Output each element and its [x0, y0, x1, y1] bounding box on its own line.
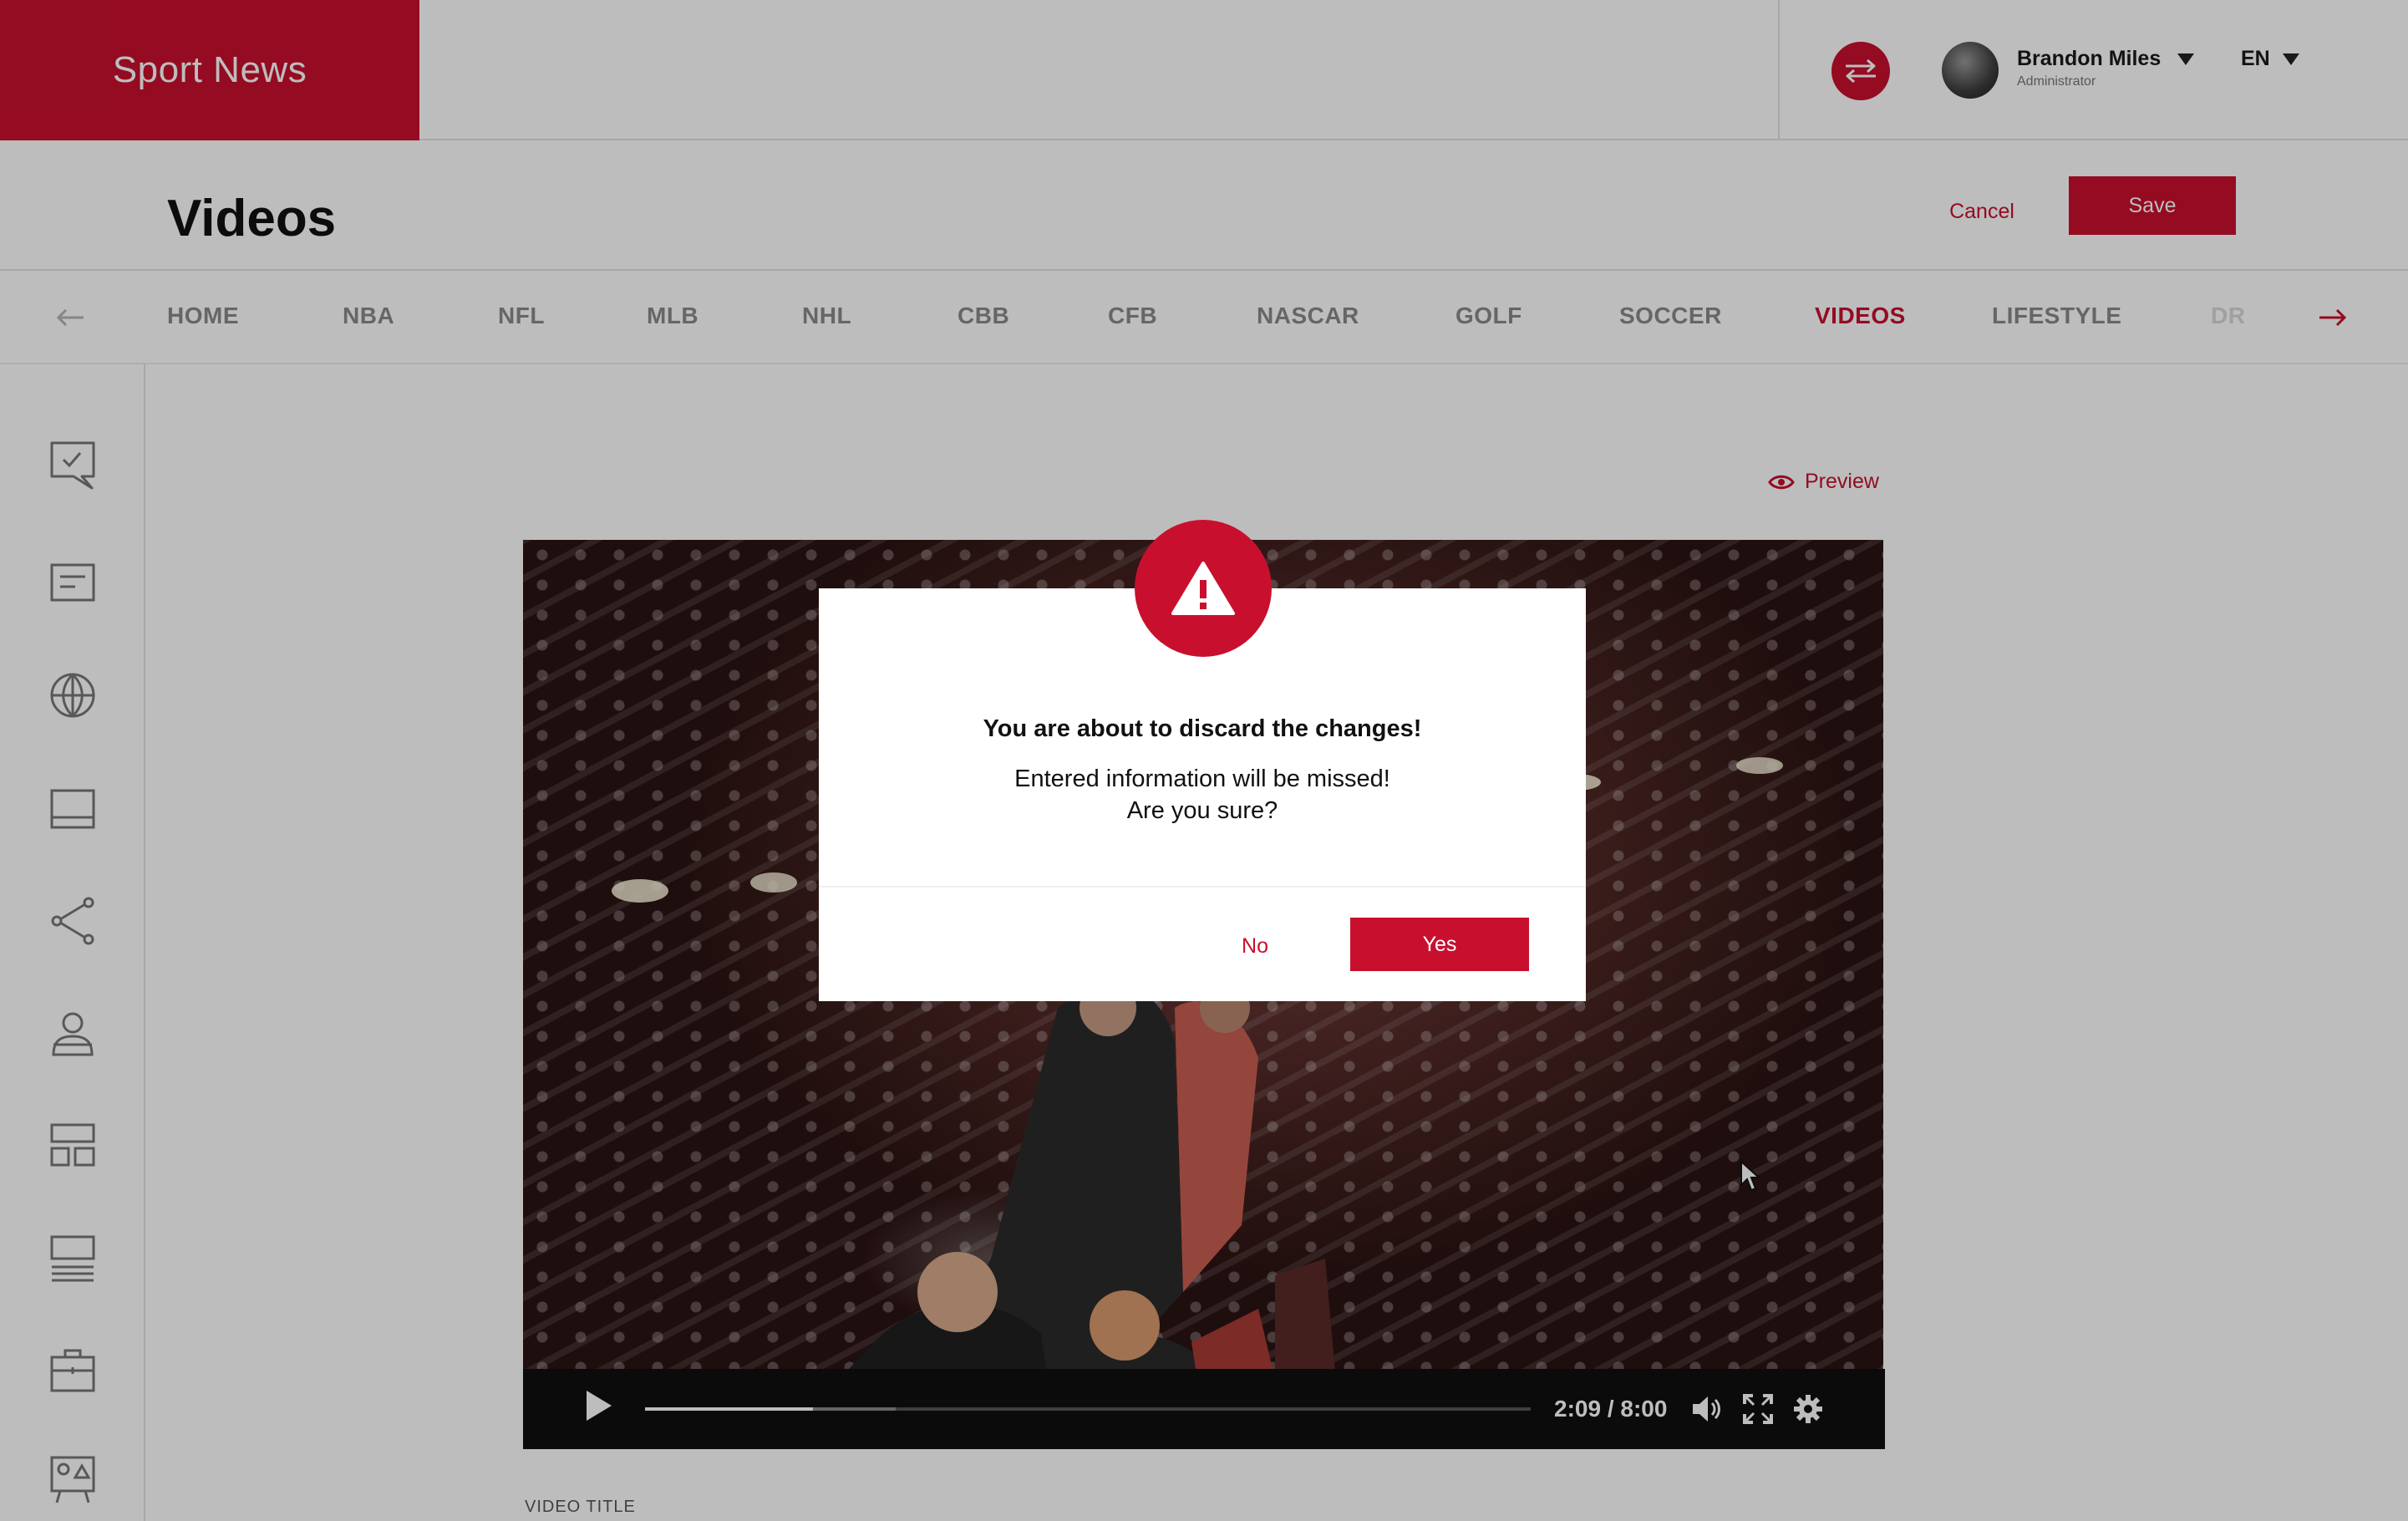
- warning-icon: [1171, 562, 1235, 615]
- yes-button[interactable]: Yes: [1350, 918, 1529, 971]
- warning-badge: [1135, 520, 1272, 657]
- no-button[interactable]: No: [1223, 919, 1287, 973]
- dialog-message-line-2: Are you sure?: [1126, 797, 1278, 824]
- dialog-title: You are about to discard the changes!: [983, 715, 1422, 742]
- dialog-divider: [819, 886, 1586, 888]
- dialog-message-line-1: Entered information will be missed!: [1014, 766, 1390, 792]
